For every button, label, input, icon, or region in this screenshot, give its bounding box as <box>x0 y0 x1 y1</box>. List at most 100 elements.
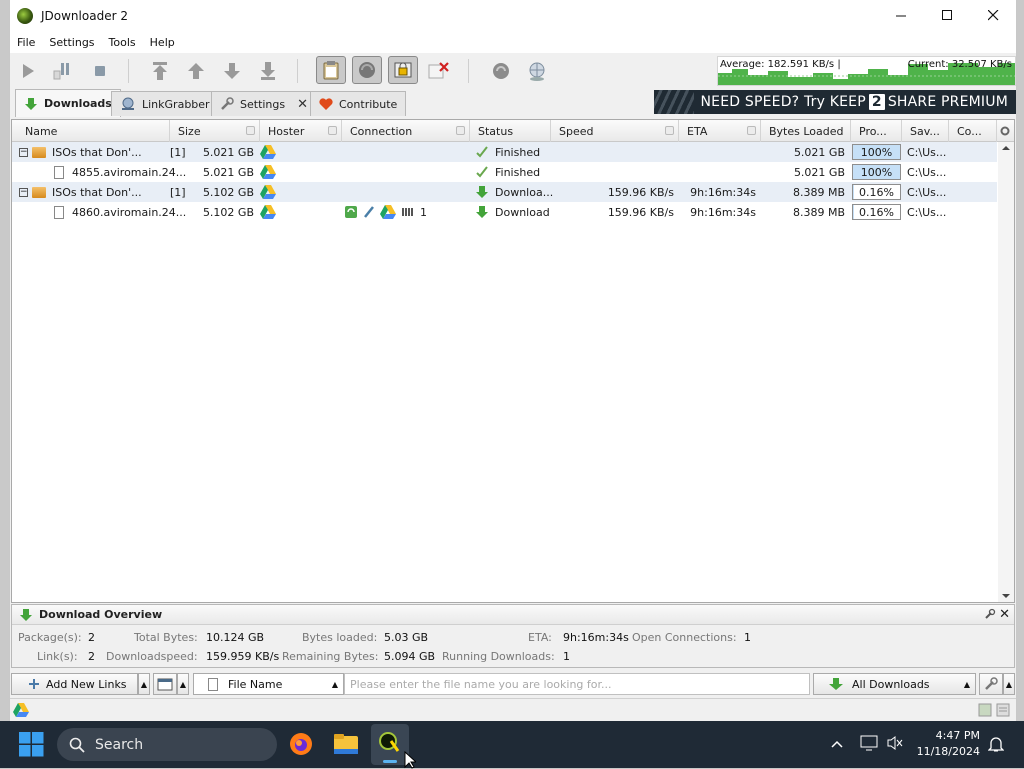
stop-downloads-button[interactable] <box>87 58 113 84</box>
date-filter-menu-button[interactable]: ▲ <box>177 673 189 695</box>
folder-icon <box>32 146 46 158</box>
vertical-scrollbar[interactable] <box>998 142 1014 602</box>
menu-file[interactable]: File <box>10 36 42 49</box>
column-header-progress[interactable]: Pro... <box>851 120 902 142</box>
resume-icon <box>345 206 357 218</box>
start-button[interactable] <box>19 732 44 760</box>
update-button[interactable] <box>488 58 514 84</box>
download-arrow-icon <box>476 206 488 218</box>
keep2share-premium-banner[interactable]: NEED SPEED? Try KEEP 2 SHARE PREMIUM <box>654 90 1016 114</box>
menu-settings[interactable]: Settings <box>42 36 101 49</box>
table-row-link[interactable]: 4855.aviromain.24... 5.021 GB Finished 5… <box>12 162 997 182</box>
running-downloads-value: 1 <box>563 650 570 663</box>
overview-settings-icon[interactable] <box>984 608 996 623</box>
table-row-package[interactable]: − ISOs that Don'... [1] 5.021 GB Finishe… <box>12 142 997 162</box>
calendar-icon <box>157 678 173 691</box>
move-top-button[interactable] <box>147 58 173 84</box>
scroll-down-icon[interactable] <box>998 590 1014 602</box>
cleanup-button[interactable] <box>426 58 452 84</box>
checkmark-icon <box>476 166 488 178</box>
taskbar-file-explorer[interactable] <box>333 732 359 759</box>
download-arrow-icon <box>25 97 37 110</box>
column-header-status[interactable]: Status <box>470 120 551 142</box>
network-button[interactable] <box>524 58 550 84</box>
move-down-button[interactable] <box>219 58 245 84</box>
column-lock-icon <box>246 126 255 135</box>
downloads-table: Name Size Hoster Connection Status Speed… <box>11 119 1015 603</box>
tab-downloads[interactable]: Downloads <box>15 89 121 117</box>
open-connections-value: 1 <box>744 631 751 644</box>
clipboard-monitor-toggle[interactable] <box>316 56 346 84</box>
collapse-toggle[interactable]: − <box>19 187 28 197</box>
minimize-button[interactable] <box>878 0 924 31</box>
downloadspeed-value: 159.959 KB/s <box>206 650 280 663</box>
move-bottom-button[interactable] <box>255 58 281 84</box>
notifications-button[interactable] <box>987 735 1005 756</box>
search-input[interactable]: Please enter the file name you are looki… <box>344 673 810 695</box>
tray-overflow-button[interactable] <box>830 737 844 754</box>
overview-header: Download Overview ✕ <box>12 605 1014 625</box>
windows-taskbar: Search 4:47 PM 11/18/2024 <box>0 721 1024 769</box>
status-list-icon[interactable] <box>996 703 1010 717</box>
add-new-links-button[interactable]: Add New Links <box>11 673 138 695</box>
pause-downloads-button[interactable] <box>48 58 74 84</box>
bottom-settings-button[interactable] <box>979 673 1003 695</box>
column-header-connection[interactable]: Connection <box>342 120 470 142</box>
column-header-bytes-loaded[interactable]: Bytes Loaded <box>761 120 851 142</box>
package-name: ISOs that Don'... <box>52 185 142 199</box>
menu-help[interactable]: Help <box>143 36 182 49</box>
tab-settings-label: Settings <box>240 97 286 111</box>
tab-linkgrabber-label: LinkGrabber <box>142 97 210 111</box>
table-row-package[interactable]: − ISOs that Don'... [1] 5.102 GB Downloa… <box>12 182 997 202</box>
search-field-select[interactable]: File Name ▲ <box>193 673 344 695</box>
tray-clock[interactable]: 4:47 PM 11/18/2024 <box>917 728 980 760</box>
overview-close-icon[interactable]: ✕ <box>999 607 1010 622</box>
collapse-toggle[interactable]: − <box>19 147 28 157</box>
reconnect-toggle[interactable] <box>352 56 382 84</box>
move-bottom-icon <box>261 62 275 80</box>
table-header: Name Size Hoster Connection Status Speed… <box>12 120 1014 142</box>
column-settings-button[interactable] <box>997 120 1014 142</box>
menu-tools[interactable]: Tools <box>102 36 143 49</box>
column-header-name[interactable]: Name <box>12 120 170 142</box>
table-row-link[interactable]: 4860.aviromain.24... 5.102 GB 1 Download… <box>12 202 997 222</box>
column-header-comment[interactable]: Co... <box>949 120 997 142</box>
column-header-speed[interactable]: Speed <box>551 120 679 142</box>
google-drive-icon <box>13 703 29 717</box>
close-tab-icon[interactable]: ✕ <box>297 97 308 112</box>
windows-logo-icon <box>19 732 44 757</box>
size-cell: 5.102 GB <box>202 205 254 219</box>
google-drive-icon <box>260 205 276 219</box>
start-downloads-button[interactable] <box>15 58 41 84</box>
tray-volume-icon[interactable] <box>886 735 904 754</box>
toolbar-separator <box>297 59 298 83</box>
view-select[interactable]: All Downloads ▲ <box>813 673 976 695</box>
column-header-save-to[interactable]: Sav... <box>902 120 949 142</box>
date-filter-button[interactable] <box>153 673 177 695</box>
close-window-button[interactable] <box>970 0 1016 31</box>
taskbar-search[interactable]: Search <box>57 728 277 761</box>
search-icon <box>69 737 85 753</box>
toolbar-separator <box>468 59 469 83</box>
status-update-icon[interactable] <box>978 703 992 717</box>
maximize-button[interactable] <box>924 0 970 31</box>
bytes-loaded-cell: 5.021 GB <box>793 165 845 179</box>
move-up-button[interactable] <box>183 58 209 84</box>
scroll-up-icon[interactable] <box>998 142 1014 154</box>
column-header-size[interactable]: Size <box>170 120 260 142</box>
pause-icon <box>53 63 69 80</box>
taskbar-firefox[interactable] <box>288 731 314 760</box>
tray-display-icon[interactable] <box>860 735 878 754</box>
packages-label: Package(s): <box>18 631 82 644</box>
bottom-settings-menu-button[interactable]: ▲ <box>1003 673 1015 695</box>
premium-toggle[interactable] <box>388 56 418 84</box>
column-header-eta[interactable]: ETA <box>679 120 761 142</box>
tab-settings[interactable]: Settings ✕ <box>211 91 318 116</box>
tab-contribute[interactable]: Contribute <box>310 91 407 116</box>
tab-linkgrabber[interactable]: LinkGrabber <box>111 91 219 116</box>
column-lock-icon <box>328 126 337 135</box>
title-bar: JDownloader 2 <box>10 0 1016 31</box>
add-links-menu-button[interactable]: ▲ <box>138 673 150 695</box>
column-header-hoster[interactable]: Hoster <box>260 120 342 142</box>
speed-graph: Average: 182.591 KB/s | Current: 32.507 … <box>717 56 1016 86</box>
